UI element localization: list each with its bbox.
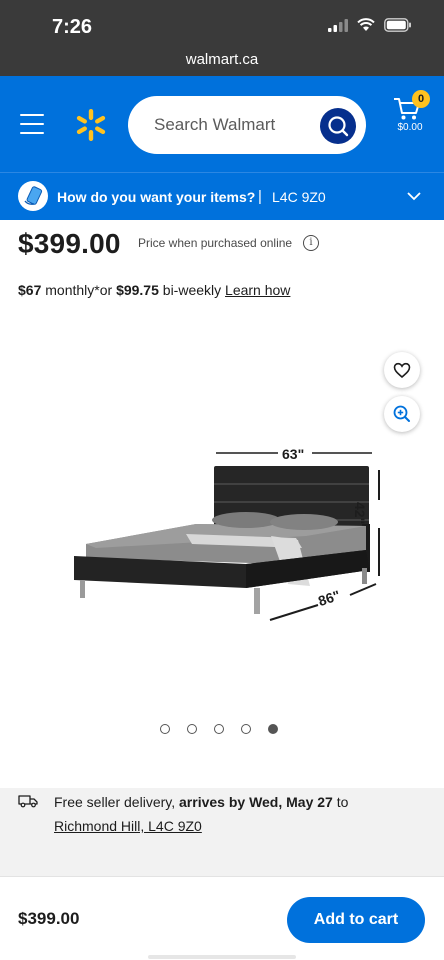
browser-url[interactable]: walmart.ca: [0, 46, 444, 76]
carousel-dot-active[interactable]: [268, 724, 278, 734]
chevron-down-icon[interactable]: [406, 190, 422, 202]
width-dimension: 63": [282, 446, 305, 462]
delivery-separator: |: [258, 188, 262, 205]
learn-how-link[interactable]: Learn how: [225, 282, 290, 298]
carousel-dot[interactable]: [214, 724, 224, 734]
sticky-cart-bar: $399.00 Add to cart: [0, 876, 444, 960]
delivery-phone-icon: [18, 181, 48, 211]
search-input[interactable]: Search Walmart: [154, 115, 275, 135]
search-icon: [328, 116, 349, 137]
search-bar[interactable]: Search Walmart: [128, 96, 366, 154]
favorite-button[interactable]: [384, 352, 420, 388]
biweekly-text: bi-weekly: [158, 282, 226, 298]
truck-icon: [18, 795, 38, 808]
financing-info: $67 monthly*or $99.75 bi-weekly Learn ho…: [18, 282, 290, 298]
bottom-price: $399.00: [18, 909, 80, 928]
menu-icon[interactable]: [20, 114, 44, 134]
delivery-estimate: Free seller delivery, arrives by Wed, Ma…: [54, 794, 348, 810]
carousel-dot[interactable]: [187, 724, 197, 734]
product-price: $399.00: [18, 228, 121, 259]
status-icons: [328, 18, 412, 32]
battery-icon: [384, 18, 411, 32]
delivery-question: How do you want your items?: [57, 189, 256, 205]
monthly-amount: $67: [18, 282, 42, 298]
delivery-preference-bar[interactable]: How do you want your items? | L4C 9Z0: [0, 172, 444, 220]
image-carousel-dots: [160, 724, 278, 734]
price-note: Price when purchased online: [138, 236, 293, 250]
cart-button[interactable]: 0 $0.00: [388, 90, 432, 150]
carousel-dot[interactable]: [160, 724, 170, 734]
status-time: 7:26: [52, 16, 93, 38]
wifi-icon: [357, 18, 375, 31]
search-button[interactable]: [320, 108, 356, 144]
product-image[interactable]: [66, 440, 396, 630]
heart-icon: [393, 362, 411, 379]
delivery-to: to: [332, 794, 349, 810]
zoom-in-icon: [393, 405, 410, 422]
cart-count-badge: 0: [412, 90, 430, 108]
zoom-button[interactable]: [384, 396, 420, 432]
shipping-info: Free seller delivery, arrives by Wed, Ma…: [0, 788, 444, 876]
postal-code: L4C 9Z0: [272, 189, 326, 205]
home-indicator: [148, 955, 296, 959]
height-dimension: 42": [352, 502, 368, 525]
signal-icon: [328, 18, 348, 32]
delivery-date: arrives by Wed, May 27: [179, 794, 333, 810]
cart-total: $0.00: [397, 122, 423, 133]
delivery-prefix: Free seller delivery,: [54, 794, 180, 810]
biweekly-amount: $99.75: [116, 282, 159, 298]
walmart-spark-logo[interactable]: [74, 108, 108, 142]
site-header: Search Walmart 0 $0.00: [0, 76, 444, 172]
carousel-dot[interactable]: [241, 724, 251, 734]
status-bar: 7:26: [0, 0, 444, 46]
monthly-text: monthly*or: [41, 282, 117, 298]
info-icon[interactable]: i: [303, 235, 319, 251]
delivery-location-link[interactable]: Richmond Hill, L4C 9Z0: [54, 818, 202, 834]
add-to-cart-button[interactable]: Add to cart: [287, 897, 425, 943]
